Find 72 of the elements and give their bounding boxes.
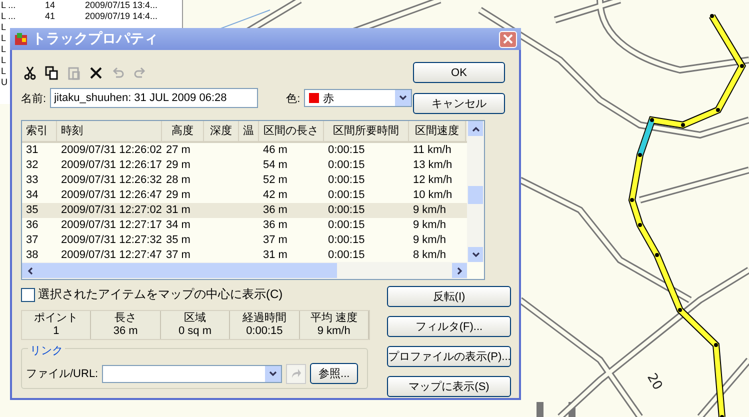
scroll-thumb[interactable]: [468, 186, 483, 204]
column-header[interactable]: 高度: [162, 121, 204, 141]
close-icon: [503, 34, 513, 44]
stat-value: 0 sq m: [178, 325, 212, 338]
color-label: 色:: [286, 92, 300, 106]
app-icon: [14, 32, 28, 46]
cancel-button[interactable]: キャンセル: [413, 93, 505, 114]
list-cell-text: L ...: [0, 11, 17, 22]
list-cell: L: [0, 44, 6, 55]
stat-label: 区域: [184, 312, 206, 325]
table-row[interactable]: 31 2009/07/31 12:26:02 27 m 46 m 0:00:15 11 km/h: [22, 143, 468, 158]
horizontal-scrollbar[interactable]: [22, 262, 467, 279]
list-cell-text: 14: [45, 0, 56, 11]
action-button[interactable]: プロファイルの表示(P)...: [387, 346, 511, 367]
list-cell: U: [0, 77, 8, 88]
stat-label: 長さ: [114, 312, 137, 325]
table-row[interactable]: 38 2009/07/31 12:27:47 37 m 31 m 0:00:15 8 km/h: [22, 248, 468, 263]
chevron-down-icon: [269, 370, 278, 376]
url-combobox[interactable]: [102, 364, 282, 382]
table-row[interactable]: 32 2009/07/31 12:26:17 29 m 54 m 0:00:15 13 km/h: [22, 158, 468, 173]
list-cell-text: 41: [45, 11, 56, 22]
column-header[interactable]: 温: [239, 121, 259, 141]
copy-button[interactable]: [43, 64, 61, 82]
vertical-scrollbar[interactable]: [467, 121, 484, 262]
map-label: 20: [644, 370, 665, 393]
table-row[interactable]: 34 2009/07/31 12:26:47 29 m 42 m 0:00:15 10 km/h: [22, 188, 468, 203]
column-header[interactable]: 区間所要時間: [324, 121, 409, 141]
browse-button[interactable]: 参照...: [310, 363, 358, 384]
column-header[interactable]: 区間の長さ: [259, 121, 324, 141]
stat-value: 0:00:15: [246, 325, 283, 338]
table-row[interactable]: 35 2009/07/31 12:27:02 31 m 36 m 0:00:15 9 km/h: [22, 203, 468, 218]
action-button[interactable]: マップに表示(S): [387, 376, 511, 397]
color-dropdown[interactable]: 赤: [304, 89, 412, 107]
checkbox-label: 選択されたアイテムをマップの中心に表示(C): [38, 286, 283, 303]
scroll-thumb[interactable]: [37, 263, 337, 278]
close-button[interactable]: [499, 30, 517, 48]
action-button[interactable]: 反転(I): [387, 286, 511, 307]
chevron-left-icon: [26, 266, 32, 274]
action-button[interactable]: フィルタ(F)...: [387, 316, 511, 337]
chevron-down-icon: [399, 95, 408, 101]
column-header[interactable]: 時刻: [57, 121, 162, 141]
go-button[interactable]: [286, 364, 306, 384]
stat-value: 1: [53, 325, 60, 338]
table-row[interactable]: 33 2009/07/31 12:26:32 28 m 52 m 0:00:15 12 km/h: [22, 173, 468, 188]
checkbox[interactable]: [21, 288, 35, 302]
stat-value: 9 km/h: [317, 325, 350, 338]
list-cell: 2009/07/15 13:4...: [85, 0, 158, 11]
file-url-label: ファイル/URL:: [26, 367, 98, 381]
stat-value: 36 m: [113, 325, 138, 338]
chevron-down-icon: [472, 252, 480, 258]
chevron-up-icon: [472, 126, 480, 132]
list-cell: 2009/07/19 14:4...: [85, 11, 158, 22]
curved-arrow-icon: [290, 368, 302, 380]
stat-label: 経過時間: [242, 312, 286, 325]
list-cell: L: [0, 22, 6, 33]
chevron-right-icon: [456, 266, 462, 274]
column-header[interactable]: 深度: [204, 121, 239, 141]
table-row[interactable]: 37 2009/07/31 12:27:32 35 m 37 m 0:00:15 9 km/h: [22, 233, 468, 248]
stat-label: ポイント: [34, 312, 78, 325]
stat-label: 平均 速度: [310, 312, 358, 325]
group-legend: リンク: [28, 343, 65, 358]
column-header[interactable]: 区間速度: [409, 121, 466, 141]
name-label: 名前:: [21, 92, 46, 106]
list-cell-text: L ...: [0, 0, 17, 11]
window-title: トラックプロパティ: [32, 30, 159, 48]
name-field[interactable]: jitaku_shuuhen: 31 JUL 2009 06:28: [50, 88, 258, 108]
list-cell: L: [0, 33, 6, 44]
list-cell: L: [0, 66, 6, 77]
ok-button[interactable]: OK: [413, 62, 505, 83]
table-row[interactable]: 36 2009/07/31 12:27:17 34 m 36 m 0:00:15 9 km/h: [22, 218, 468, 233]
list-cell: L: [0, 55, 6, 66]
column-header[interactable]: 索引: [22, 121, 57, 141]
